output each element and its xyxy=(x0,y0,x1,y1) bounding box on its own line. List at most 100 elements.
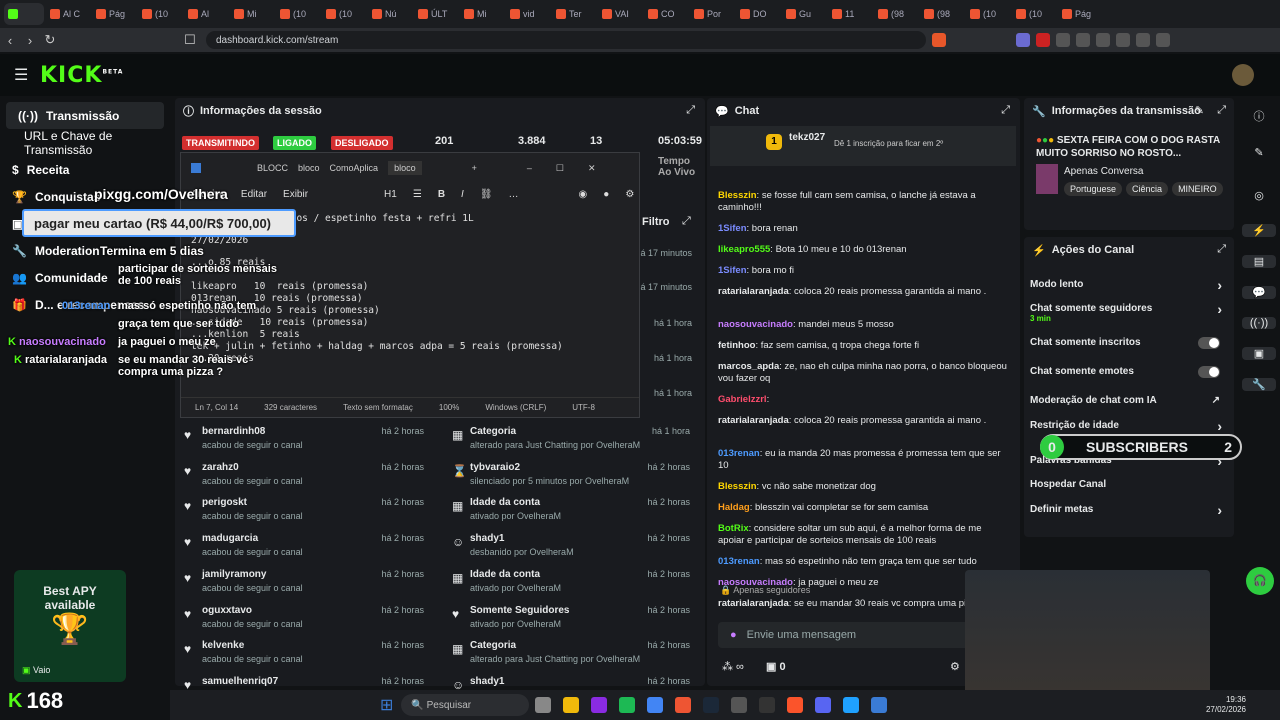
browser-tab[interactable]: (10 xyxy=(1012,3,1056,25)
broadcast-icon[interactable]: ((·)) xyxy=(1242,317,1276,329)
chat-message[interactable]: likeapro555: Bota 10 meu e 10 do 013rena… xyxy=(718,244,1008,256)
sidebar-item-url-key[interactable]: URL e Chave de Transmissão xyxy=(0,129,170,157)
steam-icon[interactable] xyxy=(703,697,720,713)
taskview-icon[interactable] xyxy=(535,697,552,713)
activity-row[interactable]: ☺ shady1 desbanido por OvelheraM há 2 horas xyxy=(446,531,696,567)
app-icon[interactable] xyxy=(843,697,860,713)
chat-username[interactable]: 1Sifen xyxy=(718,223,747,234)
back-icon[interactable]: ‹ xyxy=(0,33,20,48)
reload-icon[interactable]: ↻ xyxy=(40,32,60,48)
activity-row[interactable]: ▦ Categoria alterado para Just Chatting po… xyxy=(446,638,696,674)
feed-row[interactable]: ♥ jamilyramony acabou de seguir o canal há … xyxy=(178,567,430,603)
copilot-icon[interactable]: ◉ xyxy=(579,189,588,200)
extension-icon[interactable] xyxy=(1016,33,1030,47)
bookmark-icon[interactable]: ☐ xyxy=(180,32,200,48)
menu-exibir[interactable]: Exibir xyxy=(283,189,308,200)
sidebar-item-transmissao[interactable]: ((·)) Transmissão xyxy=(6,102,164,129)
chat-message[interactable]: marcos_apda: ze, nao eh culpa minha nao … xyxy=(718,361,1008,385)
browser-tab[interactable]: (10 xyxy=(966,3,1010,25)
feed-row[interactable]: ♥ zarahz0 acabou de seguir o canal há 2 hor… xyxy=(178,460,430,496)
bolt-icon[interactable]: ⚡ xyxy=(1242,224,1276,237)
browser-tab[interactable]: Al C xyxy=(46,3,90,25)
chat-username[interactable]: ratarialaranjada xyxy=(718,598,789,609)
browser-tab[interactable]: CO xyxy=(644,3,688,25)
chat-message[interactable]: fetinhoo: faz sem camisa, q tropa chega … xyxy=(718,340,1008,352)
filter-label[interactable]: Filtro xyxy=(642,216,670,228)
browser-tab[interactable]: Al xyxy=(184,3,228,25)
points-icon[interactable]: ⁂ ∞ xyxy=(722,660,744,673)
browser-tab[interactable]: vid xyxy=(506,3,550,25)
account-icon[interactable]: ● xyxy=(603,189,609,200)
browser-tab[interactable] xyxy=(4,3,44,25)
edit-icon[interactable]: ✎ xyxy=(1195,104,1204,117)
heading-select[interactable]: H1 xyxy=(384,189,397,200)
browser-tab[interactable]: VAI xyxy=(598,3,642,25)
chat-username[interactable]: Blesszin xyxy=(718,190,757,201)
activity-row[interactable]: ▦ Categoria alterado para Just Chatting po… xyxy=(446,424,696,460)
browser-tab[interactable]: (10 xyxy=(138,3,182,25)
chat-username[interactable]: naosouvacinado xyxy=(718,319,793,330)
windows-start-icon[interactable]: ⊞ xyxy=(380,695,393,715)
chat-username[interactable]: Blesszin xyxy=(718,481,757,492)
feed-row[interactable]: ♥ perigoskt acabou de seguir o canal há 2 h… xyxy=(178,495,430,531)
feed-row[interactable]: ♥ madugarcia acabou de seguir o canal há 2 … xyxy=(178,531,430,567)
discord-icon[interactable] xyxy=(815,697,832,713)
chat-message[interactable]: ratarialaranjada: coloca 20 reais promes… xyxy=(718,415,1008,427)
close-icon[interactable]: ✕ xyxy=(588,163,596,174)
extension-icon[interactable] xyxy=(1036,33,1050,47)
camera-icon[interactable]: ◎ xyxy=(1242,189,1276,202)
expand-icon[interactable]: ⤢ xyxy=(1001,104,1010,117)
browser-tab[interactable]: ÚLT xyxy=(414,3,458,25)
browser-tab[interactable]: 11 xyxy=(828,3,872,25)
italic-icon[interactable]: I xyxy=(461,189,464,200)
action-row[interactable]: Hospedar Canal xyxy=(1030,479,1230,490)
chat-username[interactable]: marcos_apda xyxy=(718,361,779,372)
info-icon[interactable]: ⓘ xyxy=(1242,108,1276,124)
avatar[interactable] xyxy=(1232,64,1254,86)
more-icon[interactable]: … xyxy=(509,189,519,200)
settings-icon[interactable]: ⚙ xyxy=(625,189,634,200)
chat-username[interactable]: 013renan xyxy=(718,448,760,459)
chat-username[interactable]: 013renan xyxy=(718,556,760,567)
chat-username[interactable]: fetinhoo xyxy=(718,340,755,351)
action-row[interactable]: Restrição de idade › xyxy=(1030,418,1230,434)
list-icon[interactable]: ▣ xyxy=(1242,347,1276,360)
support-icon[interactable]: 🎧 xyxy=(1246,567,1274,595)
spotify-icon[interactable] xyxy=(619,697,636,713)
taskbar-search[interactable]: 🔍 Pesquisar xyxy=(401,694,530,716)
edit-icon[interactable]: ✎ xyxy=(1242,146,1276,159)
browser-tab[interactable]: Por xyxy=(690,3,734,25)
menu-editar[interactable]: Editar xyxy=(241,189,267,200)
bold-icon[interactable]: B xyxy=(438,189,445,200)
tab[interactable]: BLOCC xyxy=(257,163,288,173)
app-icon[interactable] xyxy=(591,697,608,713)
sidebar-item-receita[interactable]: $ Receita xyxy=(0,156,170,183)
feed-row[interactable]: ♥ oguxxtavo acabou de seguir o canal há 2 h… xyxy=(178,603,430,639)
browser-tab[interactable]: Ter xyxy=(552,3,596,25)
notes-icon[interactable]: ▤ xyxy=(1242,255,1276,268)
obs-icon[interactable] xyxy=(731,697,748,713)
chat-message[interactable]: Haldag: blesszin vai completar se for se… xyxy=(718,502,1008,514)
extension-icon[interactable] xyxy=(1136,33,1150,47)
chat-message[interactable]: 013renan: eu ia manda 20 mas promessa é … xyxy=(718,448,1008,472)
chrome-icon[interactable] xyxy=(647,697,664,713)
list-icon[interactable]: ☰ xyxy=(413,189,422,200)
browser-tab[interactable]: (10 xyxy=(276,3,320,25)
activity-row[interactable]: ♥ Somente Seguidores ativado por OvelheraM… xyxy=(446,603,696,639)
tag[interactable]: MINEIRO xyxy=(1172,182,1223,196)
feed-row[interactable]: ♥ bernardinh08 acabou de seguir o canal há … xyxy=(178,424,430,460)
chat-username[interactable]: likeapro555 xyxy=(718,244,770,255)
gift-counter[interactable]: ▣ 0 xyxy=(766,660,786,673)
tab[interactable]: bloco xyxy=(298,163,320,173)
forward-icon[interactable]: › xyxy=(20,33,40,48)
app-icon[interactable] xyxy=(759,697,776,713)
browser-tab[interactable]: Mi xyxy=(460,3,504,25)
chat-username[interactable]: 1Sifen xyxy=(718,265,747,276)
kick-logo[interactable]: KICKBETA xyxy=(40,63,123,88)
chat-message[interactable]: BotRix: considere soltar um sub aqui, é … xyxy=(718,523,1008,547)
hamburger-menu-icon[interactable]: ☰ xyxy=(14,65,28,85)
browser-tab[interactable]: Nú xyxy=(368,3,412,25)
extension-icon[interactable] xyxy=(1076,33,1090,47)
pinned-gift-banner[interactable]: 1 tekz027 Dê 1 inscrição para ficar em 2… xyxy=(710,126,1016,166)
taskbar-clock[interactable]: 19:36 27/02/2026 xyxy=(1206,695,1246,715)
